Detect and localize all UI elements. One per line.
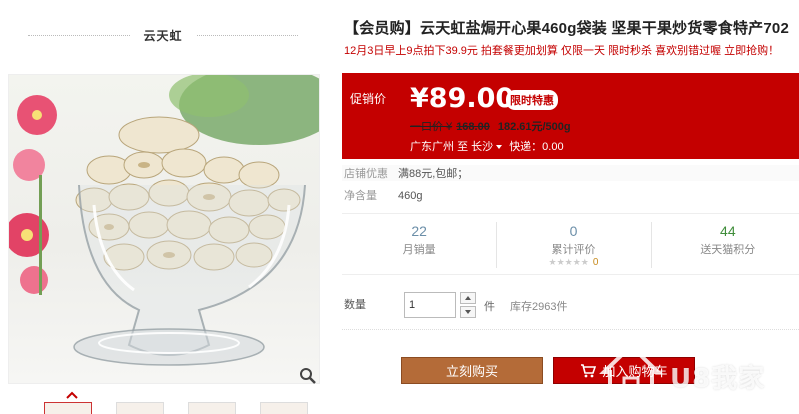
quantity-input[interactable] [404, 292, 456, 318]
watermark: U8我家 [596, 332, 796, 412]
divider [196, 34, 299, 36]
monthly-sales-stat: 22 月销量 [342, 214, 496, 274]
original-price: 168.00 [456, 121, 490, 133]
thumbnail[interactable] [44, 402, 92, 414]
shop-brand-row: 云天虹 [28, 22, 299, 48]
ship-destination-select[interactable]: 长沙 [471, 141, 506, 153]
original-price-label: 一口价 ¥ [410, 121, 453, 133]
net-weight-row: 净含量 460g [342, 187, 422, 203]
points-stat: 44 送天猫积分 [650, 214, 799, 274]
chevron-down-icon [496, 145, 503, 149]
zoom-icon[interactable] [299, 367, 317, 385]
buy-now-label: 立刻购买 [445, 364, 498, 379]
increase-quantity-button[interactable] [460, 292, 476, 304]
quantity-label: 数量 [344, 299, 366, 311]
price-box: 促销价 ¥89.00 限时特惠 一口价 ¥168.00 182.61元/500g … [342, 73, 799, 159]
house-icon [599, 343, 663, 400]
cart-icon [580, 363, 597, 378]
shipping-fee: 快递：0.00 [509, 141, 564, 153]
watermark-text: U8我家 [670, 364, 766, 394]
product-subtitle: 12月3日早上9点拍下39.9元 拍套餐更加划算 仅限一天 限时秒杀 喜欢别错过… [344, 45, 780, 57]
promo-price-label: 促销价 [350, 92, 387, 106]
unit-price: 182.61元/500g [497, 121, 571, 133]
shipping-row: 广东广州 至 长沙 快递：0.00 [410, 138, 564, 154]
net-weight-value: 460g [398, 190, 423, 202]
stock-count: 库存2963件 [510, 301, 568, 313]
net-weight-label: 净含量 [344, 190, 377, 202]
shop-promo-value: 满88元,包邮； [398, 168, 469, 180]
ship-to: 长沙 [471, 141, 494, 153]
product-main-image[interactable] [8, 74, 320, 384]
star-icons: ★★★★★ [548, 257, 589, 267]
thumbnail[interactable] [260, 402, 308, 414]
gallery-column: 云天虹 [0, 0, 326, 414]
thumbnail-strip [44, 402, 308, 414]
thumbnail[interactable] [116, 402, 164, 414]
ship-to-label: 至 [457, 141, 469, 153]
decrease-quantity-button[interactable] [460, 306, 476, 318]
shop-promo-row: 店铺优惠 满88元,包邮； [342, 165, 799, 181]
reviews-label: 累计评价 [551, 244, 596, 256]
points-label: 送天猫积分 [700, 244, 756, 256]
thumbnail-pointer-icon [66, 388, 78, 399]
buy-now-button[interactable]: 立刻购买 [401, 357, 543, 384]
ship-from: 广东广州 [410, 141, 454, 153]
thumbnail[interactable] [188, 402, 236, 414]
reviews-value: 0 [569, 223, 578, 239]
shop-name[interactable]: 云天虹 [130, 27, 197, 44]
quantity-unit: 件 [484, 301, 495, 313]
shop-promo-label: 店铺优惠 [344, 168, 388, 180]
rating-stars: ★★★★★ 0 [496, 257, 650, 268]
pistachio-bowl-image [9, 75, 319, 366]
quantity-row: 数量 件 库存2963件 [342, 290, 799, 330]
stats-bar: 22 月销量 0 累计评价 ★★★★★ 0 44 送天猫积分 [342, 213, 799, 275]
promo-badge: 限时特惠 [506, 90, 558, 110]
promo-price: ¥89.00 [410, 83, 515, 114]
quantity-stepper [460, 292, 476, 318]
product-title: 【会员购】云天虹盐焗开心果460g袋装 坚果干果炒货零食特产702 [344, 20, 789, 37]
points-value: 44 [720, 223, 736, 239]
original-price-row: 一口价 ¥168.00 182.61元/500g [410, 118, 571, 134]
divider [28, 34, 130, 36]
monthly-sales-label: 月销量 [402, 244, 436, 256]
rating-score: 0 [592, 257, 599, 268]
monthly-sales-value: 22 [411, 223, 427, 239]
reviews-stat[interactable]: 0 累计评价 ★★★★★ 0 [496, 214, 650, 274]
